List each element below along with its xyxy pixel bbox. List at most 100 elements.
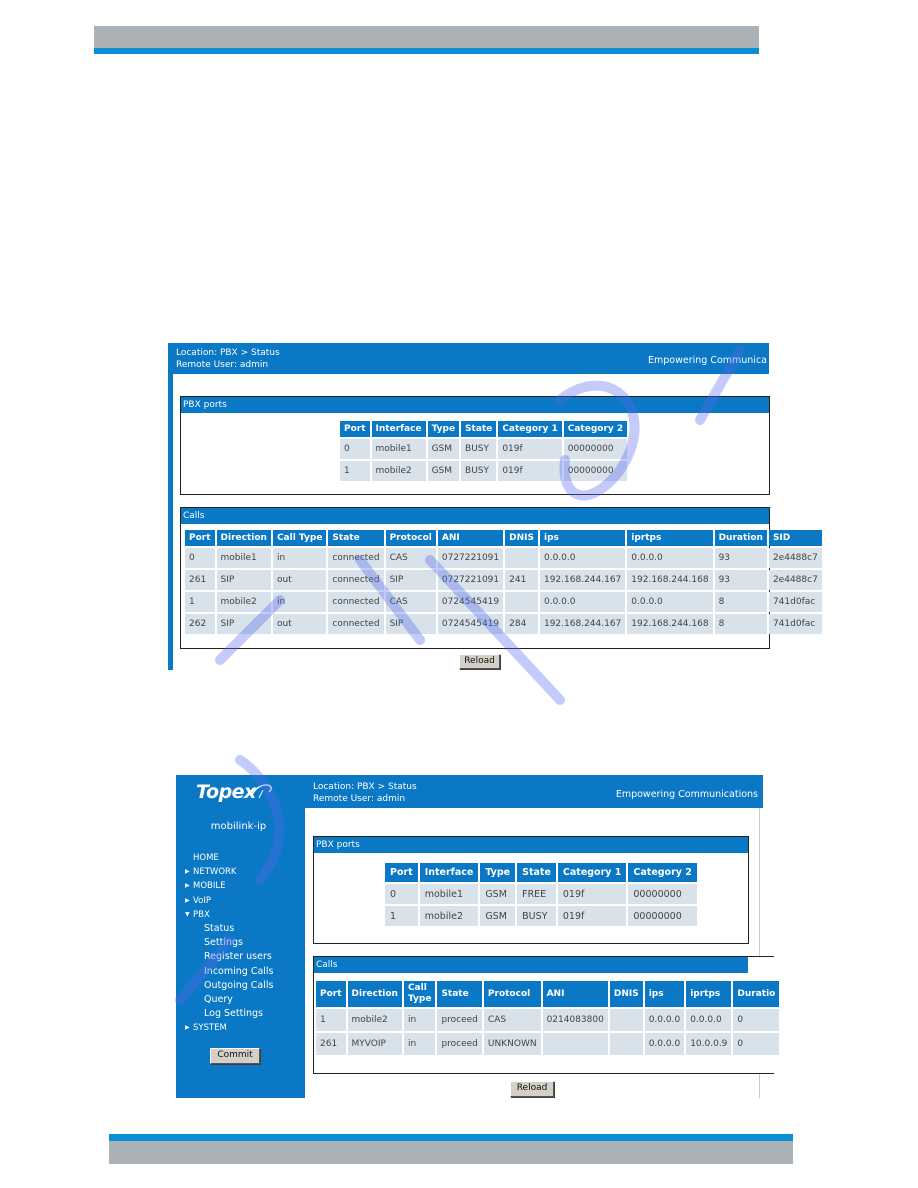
table-cell: 0.0.0.0 [539, 592, 626, 612]
table-row: 262 SIP out connected SIP 0724545419 284 192.16… [185, 614, 822, 634]
table-cell: mobile2 [371, 461, 426, 481]
table-cell: connected [328, 592, 384, 612]
sidebar-item-label: Log Settings [204, 1008, 263, 1020]
page-header-blue-band [94, 48, 759, 54]
column-header: ips [644, 981, 685, 1007]
tagline: Empowering Communica [647, 355, 767, 366]
table-cell: 0 [733, 1009, 780, 1031]
table-cell [505, 548, 538, 568]
pbx-ports-title: PBX ports [181, 397, 769, 413]
table-cell: 1 [316, 1009, 346, 1031]
column-header: Duratio [733, 981, 780, 1007]
table-cell: connected [328, 548, 384, 568]
column-header: Call Type [272, 530, 327, 546]
sidebar-item-register-users[interactable]: Register users [184, 950, 274, 964]
table-cell: 0.0.0.0 [644, 1009, 685, 1031]
sidebar-item-settings[interactable]: Settings [184, 936, 274, 950]
reload-button[interactable]: Reload [459, 654, 500, 669]
sidebar-item-label: VoIP [193, 895, 211, 906]
table-row: 0 mobile1 GSM BUSY 019f 00000000 [340, 439, 628, 459]
table-cell: 8 [714, 614, 767, 634]
calls-title: Calls [181, 508, 769, 524]
sidebar-item-system[interactable]: ▶ SYSTEM [184, 1021, 274, 1035]
table-cell: 261 [185, 570, 215, 590]
column-header: Protocol [385, 530, 436, 546]
table-row: 1 mobile2 in proceed CAS 0214083800 0.0.0.0 0.0… [316, 1009, 780, 1031]
sidebar-item-label: Status [204, 922, 235, 934]
table-cell: 019f [557, 884, 627, 904]
table-cell: 241 [505, 570, 538, 590]
table-header-row: Port Direction Call Type State Protocol ANI DN… [316, 981, 780, 1007]
table-cell: 0724545419 [437, 592, 504, 612]
column-header: Port [185, 530, 215, 546]
column-header: Direction [347, 981, 402, 1007]
table-cell: mobile1 [419, 884, 479, 904]
sidebar-item-voip[interactable]: ▶ VoIP [184, 894, 274, 908]
sidebar-item-network[interactable]: ▶ NETWORK [184, 865, 274, 879]
table-cell: SIP [216, 570, 271, 590]
table-cell: out [272, 614, 327, 634]
sidebar-item-mobile[interactable]: ▶ MOBILE [184, 879, 274, 893]
column-header: Type [427, 421, 460, 437]
page-header-gray-band [94, 26, 759, 48]
sidebar-item-log-settings[interactable]: Log Settings [184, 1007, 274, 1021]
column-header: State [517, 863, 556, 882]
table-cell: 0.0.0.0 [627, 548, 713, 568]
sidebar-item-label: HOME [193, 853, 219, 863]
table-cell: mobile1 [216, 548, 271, 568]
column-header: Category 1 [498, 421, 562, 437]
pbx-ports-table: Port Interface Type State Category 1 Category… [338, 419, 629, 483]
column-header: Port [340, 421, 370, 437]
column-header: Interface [371, 421, 426, 437]
sidebar-item-status[interactable]: Status [184, 922, 274, 936]
sidebar-item-pbx[interactable]: ▼ PBX [184, 908, 274, 922]
top-header: Location: PBX > Status Remote User: admi… [305, 775, 763, 808]
table-cell: 1 [340, 461, 370, 481]
reload-button[interactable]: Reload [510, 1081, 554, 1097]
sidebar-item-label: Register users [204, 951, 272, 963]
sidebar-item-home[interactable]: HOME [184, 851, 274, 865]
table-cell: 0 [385, 884, 418, 904]
table-cell [505, 592, 538, 612]
commit-button[interactable]: Commit [210, 1048, 260, 1064]
table-cell: connected [328, 614, 384, 634]
sidebar-item-query[interactable]: Query [184, 993, 274, 1007]
column-header: Category 2 [628, 863, 697, 882]
column-header: Port [385, 863, 418, 882]
sidebar-item-outgoing-calls[interactable]: Outgoing Calls [184, 979, 274, 993]
table-cell: CAS [385, 548, 436, 568]
column-header: Port [316, 981, 346, 1007]
table-cell: CAS [385, 592, 436, 612]
table-cell: 0.0.0.0 [539, 548, 626, 568]
table-cell: BUSY [461, 461, 497, 481]
table-cell: 1 [385, 906, 418, 926]
table-cell: 741d0fac [768, 614, 822, 634]
column-header: State [328, 530, 384, 546]
calls-title: Calls [314, 957, 748, 973]
sidebar-item-label: Query [204, 993, 233, 1005]
pbx-ports-panel: PBX ports Port Interface Type State Category… [313, 836, 749, 944]
table-cell: 00000000 [628, 906, 697, 926]
table-cell: out [272, 570, 327, 590]
page-footer-gray-band [109, 1141, 793, 1164]
sidebar: Topex mobilink-ip HOME ▶ NETWORK ▶ MOBILE ▶ Vo… [176, 775, 305, 1098]
caret-right-icon: ▶ [185, 882, 190, 890]
location-breadcrumb: Location: PBX > Status [176, 348, 280, 358]
sidebar-item-label: Incoming Calls [204, 965, 274, 977]
sidebar-item-incoming-calls[interactable]: Incoming Calls [184, 965, 274, 979]
table-cell: 0 [185, 548, 215, 568]
table-cell: CAS [483, 1009, 541, 1031]
table-cell: 0724545419 [437, 614, 504, 634]
sidebar-item-label: Outgoing Calls [204, 979, 274, 991]
caret-right-icon: ▶ [185, 868, 190, 876]
table-cell: mobile2 [347, 1009, 402, 1031]
table-cell: 93 [714, 570, 767, 590]
location-info: Location: PBX > Status Remote User: admi… [176, 347, 280, 371]
table-cell: 284 [505, 614, 538, 634]
table-cell: 019f [498, 439, 562, 459]
sidebar-item-label: Settings [204, 937, 243, 949]
column-header: iprtps [686, 981, 732, 1007]
column-header: iprtps [627, 530, 713, 546]
calls-table: Port Direction Call Type State Protocol ANI DN… [183, 528, 824, 636]
table-cell: GSM [427, 439, 460, 459]
